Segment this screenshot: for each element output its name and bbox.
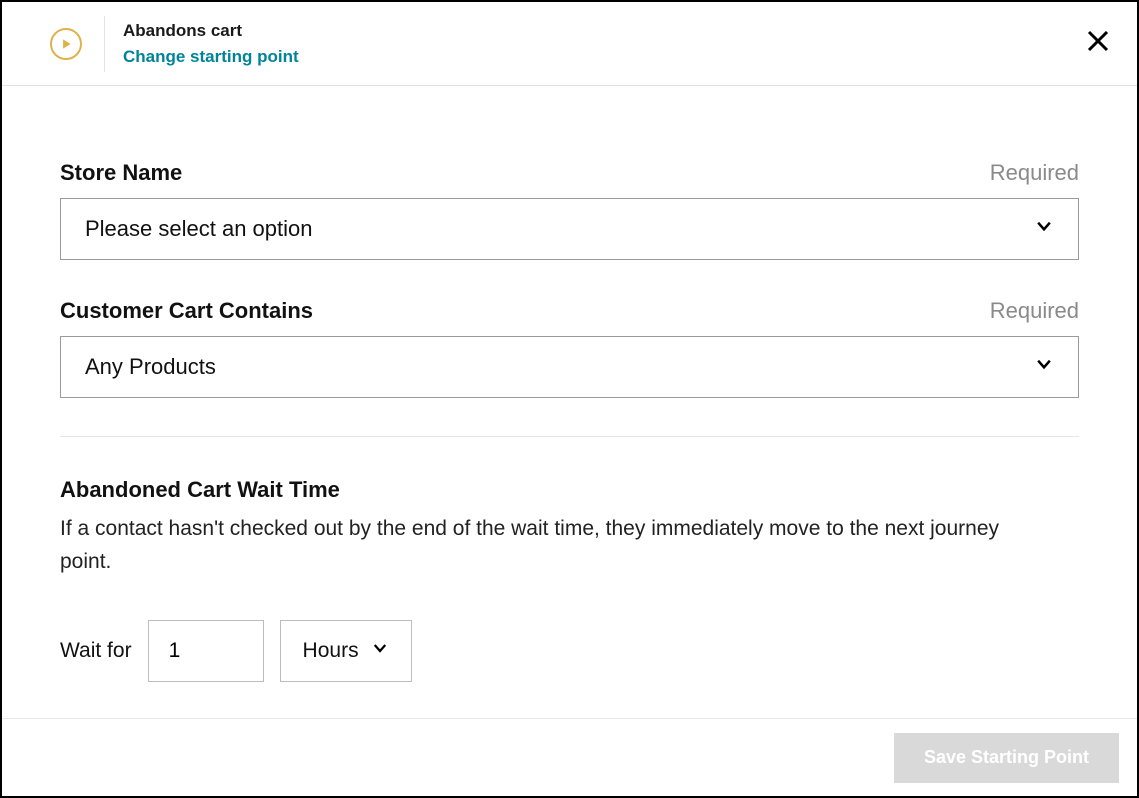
store-name-select-value: Please select an option [85, 216, 313, 242]
cart-contains-label: Customer Cart Contains [60, 298, 313, 324]
store-name-required: Required [990, 160, 1079, 186]
cart-contains-select-value: Any Products [85, 354, 216, 380]
panel-body: Store Name Required Please select an opt… [2, 88, 1137, 718]
cart-contains-select[interactable]: Any Products [60, 336, 1079, 398]
wait-section-description: If a contact hasn't checked out by the e… [60, 513, 1040, 578]
wait-unit-select[interactable]: Hours [280, 620, 412, 682]
store-name-select[interactable]: Please select an option [60, 198, 1079, 260]
store-name-label: Store Name [60, 160, 182, 186]
chevron-down-icon [371, 639, 389, 663]
wait-unit-value: Hours [303, 639, 359, 663]
header-divider [104, 16, 105, 72]
wait-value-input[interactable] [148, 620, 264, 682]
close-button[interactable] [1081, 24, 1115, 58]
cart-contains-field: Customer Cart Contains Required Any Prod… [60, 298, 1079, 398]
save-starting-point-button[interactable]: Save Starting Point [894, 733, 1119, 783]
wait-section-title: Abandoned Cart Wait Time [60, 477, 1079, 503]
chevron-down-icon [1034, 216, 1054, 242]
close-icon [1086, 29, 1110, 53]
change-starting-point-link[interactable]: Change starting point [123, 47, 299, 67]
chevron-down-icon [1034, 354, 1054, 380]
wait-for-label: Wait for [60, 639, 132, 663]
starting-point-play-icon [50, 28, 82, 60]
wait-row: Wait for Hours [60, 620, 1079, 682]
panel-header: Abandons cart Change starting point [2, 2, 1137, 86]
store-name-field: Store Name Required Please select an opt… [60, 160, 1079, 260]
panel-footer: Save Starting Point [2, 718, 1137, 796]
panel-title: Abandons cart [123, 21, 299, 41]
section-divider [60, 436, 1079, 437]
cart-contains-required: Required [990, 298, 1079, 324]
